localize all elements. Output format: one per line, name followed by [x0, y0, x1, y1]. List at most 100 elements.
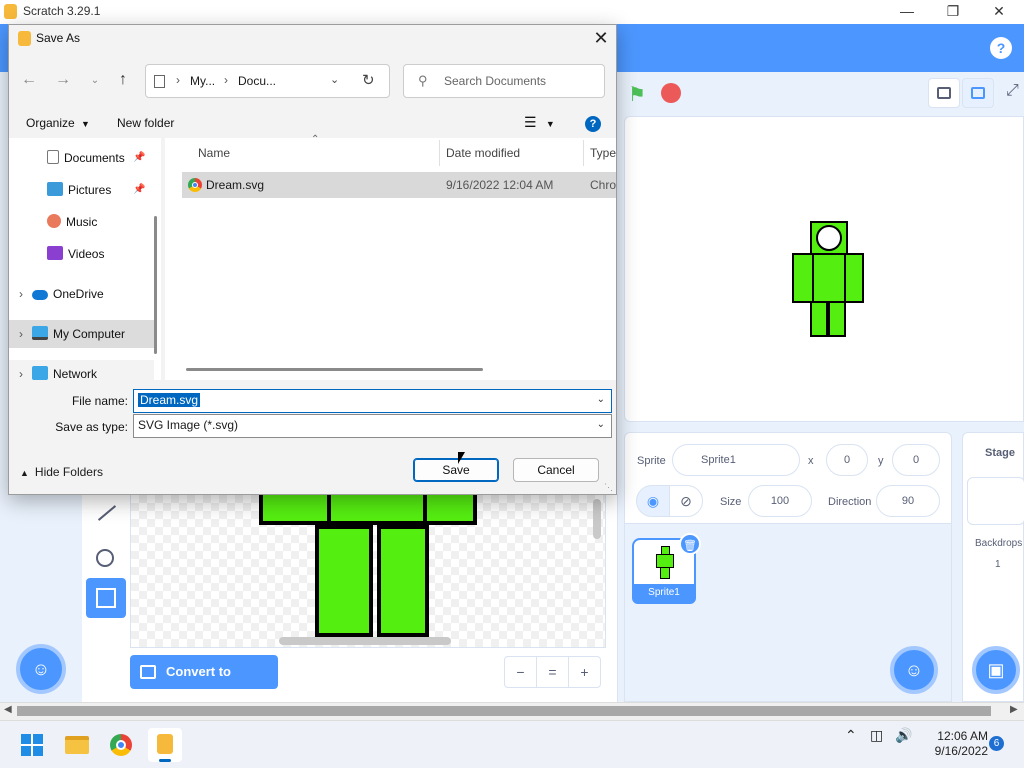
- search-box[interactable]: ⚲ Search Documents: [403, 64, 605, 98]
- pin-icon: 📌: [133, 184, 146, 195]
- nav-item-network[interactable]: › Network: [9, 360, 154, 388]
- stage-panel-title: Stage: [985, 447, 1015, 459]
- organize-menu[interactable]: Organize ▼: [26, 116, 90, 130]
- circle-tool-icon[interactable]: [96, 549, 114, 567]
- sprite-name-input[interactable]: Sprite1: [672, 444, 800, 476]
- show-sprite-button[interactable]: ◉: [636, 485, 670, 517]
- expand-chevron-icon[interactable]: ›: [19, 287, 23, 301]
- cancel-button[interactable]: Cancel: [513, 458, 599, 482]
- up-arrow-icon[interactable]: ↑: [112, 71, 134, 91]
- small-stage-button[interactable]: [928, 78, 960, 108]
- nav-item-my-computer[interactable]: › My Computer: [9, 320, 154, 348]
- breadcrumb-documents[interactable]: Docu...: [238, 74, 276, 88]
- chevron-down-icon[interactable]: ⌄: [597, 394, 605, 405]
- file-list-hscrollbar[interactable]: [186, 368, 483, 371]
- forward-arrow-icon[interactable]: →: [52, 71, 74, 91]
- nav-item-pictures[interactable]: Pictures 📌: [9, 176, 154, 204]
- file-name-input[interactable]: Dream.svg ⌄: [133, 389, 612, 413]
- scratch-taskbar-button[interactable]: [148, 728, 182, 762]
- fullscreen-icon[interactable]: ⤢: [1006, 82, 1019, 100]
- recent-locations-icon[interactable]: ⌄: [84, 75, 106, 95]
- nav-item-onedrive[interactable]: › OneDrive: [9, 280, 154, 308]
- breadcrumb-my-computer[interactable]: My...: [190, 74, 215, 88]
- image-add-icon: ▣: [987, 660, 1005, 680]
- resize-grip-icon[interactable]: ⋱: [604, 482, 613, 493]
- clock-date: 9/16/2022: [934, 744, 988, 758]
- direction-input[interactable]: 90: [876, 485, 940, 517]
- zoom-out-button[interactable]: −: [504, 656, 537, 688]
- column-header-name[interactable]: Name: [198, 146, 230, 160]
- zoom-out-icon: −: [516, 664, 525, 680]
- choose-sprite-button[interactable]: ☺: [890, 646, 938, 694]
- scroll-right-arrow-icon[interactable]: ▶: [1010, 704, 1018, 715]
- back-arrow-icon[interactable]: ←: [18, 71, 40, 91]
- stop-icon[interactable]: [661, 83, 681, 103]
- y-input[interactable]: 0: [892, 444, 940, 476]
- scroll-left-arrow-icon[interactable]: ◀: [4, 704, 12, 715]
- file-explorer-button[interactable]: [60, 728, 94, 762]
- save-as-type-select[interactable]: SVG Image (*.svg) ⌄: [133, 414, 612, 438]
- volume-icon[interactable]: 🔊: [895, 727, 912, 744]
- address-dropdown-icon[interactable]: ⌄: [330, 73, 339, 86]
- close-window-button[interactable]: ✕: [976, 0, 1022, 24]
- view-options-button[interactable]: ☰ ▼: [524, 114, 555, 131]
- sprite-face: [816, 225, 842, 251]
- help-icon[interactable]: ?: [990, 37, 1012, 59]
- save-button[interactable]: Save: [413, 458, 499, 482]
- x-input[interactable]: 0: [826, 444, 868, 476]
- dialog-close-button[interactable]: ✕: [589, 27, 613, 49]
- dialog-app-icon: [18, 31, 31, 46]
- organize-label: Organize: [26, 116, 75, 130]
- nav-item-label: OneDrive: [53, 287, 104, 301]
- hscrollbar-thumb[interactable]: [17, 706, 991, 716]
- nav-item-documents[interactable]: Documents 📌: [9, 144, 154, 172]
- nav-item-videos[interactable]: Videos: [9, 240, 154, 268]
- nav-item-label: Network: [53, 367, 98, 381]
- minimize-button[interactable]: —: [884, 0, 930, 24]
- rectangle-tool-button[interactable]: [86, 578, 126, 618]
- zoom-in-button[interactable]: +: [568, 656, 601, 688]
- expand-chevron-icon[interactable]: ›: [19, 367, 23, 381]
- convert-to-bitmap-button[interactable]: Convert to Bitmap: [130, 655, 278, 713]
- breadcrumb-separator-icon: ›: [224, 73, 228, 87]
- chrome-file-icon: [188, 178, 202, 192]
- address-bar[interactable]: › My... › Docu... ⌄ ↻: [145, 64, 390, 98]
- help-icon[interactable]: ?: [585, 116, 601, 132]
- column-header-type[interactable]: Type: [590, 146, 616, 160]
- nav-pane-scrollbar[interactable]: [154, 216, 157, 354]
- green-flag-icon[interactable]: ⚑: [628, 82, 646, 107]
- add-extension-button[interactable]: ☺: [16, 644, 66, 694]
- canvas-sprite-divider-left: [327, 495, 331, 525]
- canvas-vscrollbar[interactable]: [593, 499, 601, 539]
- hide-sprite-button[interactable]: ⊘: [669, 485, 703, 517]
- system-clock[interactable]: 12:06 AM 9/16/2022: [926, 729, 988, 759]
- line-tool-icon[interactable]: [97, 505, 117, 521]
- hide-folders-button[interactable]: ▲ Hide Folders: [20, 465, 103, 479]
- chevron-down-icon[interactable]: ⌄: [597, 419, 605, 430]
- refresh-icon[interactable]: ↻: [362, 71, 375, 89]
- file-date: 9/16/2022 12:04 AM: [446, 178, 554, 192]
- show-hidden-icons-button[interactable]: ⌃: [845, 727, 857, 744]
- document-folder-icon: [154, 75, 165, 88]
- canvas-hscrollbar[interactable]: [279, 637, 451, 645]
- delete-sprite-icon[interactable]: 🗑: [679, 533, 701, 555]
- paint-canvas[interactable]: [130, 494, 606, 648]
- cat-add-icon: ☺: [31, 659, 51, 679]
- backdrops-label: Backdrops: [975, 538, 1023, 549]
- choose-backdrop-button[interactable]: ▣: [972, 646, 1020, 694]
- normal-stage-button[interactable]: [962, 78, 994, 108]
- chrome-center: [192, 182, 198, 188]
- mouse-cursor-icon: [458, 452, 465, 464]
- size-input[interactable]: 100: [748, 485, 812, 517]
- new-folder-button[interactable]: New folder: [117, 116, 174, 130]
- stage-canvas[interactable]: [624, 116, 1024, 422]
- expand-chevron-icon[interactable]: ›: [19, 327, 23, 341]
- column-header-date-modified[interactable]: Date modified: [446, 146, 520, 160]
- zoom-reset-button[interactable]: =: [536, 656, 569, 688]
- nav-item-music[interactable]: Music: [9, 208, 154, 236]
- chrome-button[interactable]: [104, 728, 138, 762]
- maximize-button[interactable]: ❐: [930, 0, 976, 24]
- network-tray-icon[interactable]: ◫: [870, 727, 883, 744]
- start-button[interactable]: [15, 728, 49, 762]
- notification-badge[interactable]: 6: [989, 736, 1004, 751]
